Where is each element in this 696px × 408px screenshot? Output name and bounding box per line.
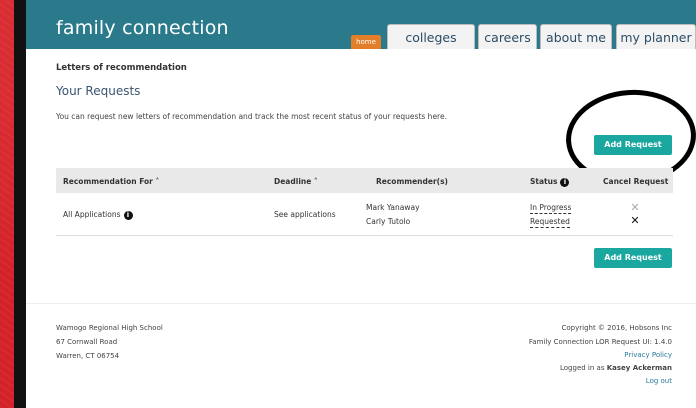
status-2[interactable]: Requested — [530, 217, 570, 228]
school-address-2: Warren, CT 06754 — [56, 352, 120, 360]
info-icon[interactable]: i — [560, 177, 570, 187]
header-cancel-request: Cancel Request — [603, 177, 669, 186]
info-icon[interactable]: i — [123, 210, 133, 220]
deadline-link[interactable]: See applications — [274, 210, 336, 219]
user-name: Kasey Ackerman — [606, 364, 672, 372]
page-description: You can request new letters of recommend… — [56, 112, 447, 121]
school-name: Wamogo Regional High School — [56, 324, 163, 332]
brand-title[interactable]: family connection — [56, 17, 229, 39]
header-status-label: Status — [530, 177, 558, 186]
header-status: Status i — [530, 177, 570, 187]
school-address-1: 67 Cornwall Road — [56, 338, 118, 346]
tab-home[interactable]: home — [351, 35, 381, 49]
recommender-1: Mark Yanaway — [366, 203, 420, 212]
copyright: Copyright © 2016, Hobsons Inc — [561, 324, 673, 332]
recommender-2: Carly Tutolo — [366, 217, 411, 226]
privacy-policy-link[interactable]: Privacy Policy — [432, 351, 672, 359]
recommendation-for-value: All Applications — [63, 210, 121, 219]
status-1[interactable]: In Progress — [530, 203, 572, 214]
cancel-icon[interactable]: ✕ — [628, 214, 642, 227]
logged-in-as: Logged in as Kasey Ackerman — [432, 364, 672, 372]
header-recommendation-for[interactable]: Recommendation For ˄ — [63, 177, 159, 186]
page-title: Your Requests — [56, 84, 141, 98]
breadcrumb: Letters of recommendation — [56, 63, 187, 73]
tab-my-planner[interactable]: my planner — [616, 24, 696, 49]
header-recommenders: Recommender(s) — [376, 177, 448, 186]
tab-careers[interactable]: careers — [478, 24, 537, 49]
row-divider — [56, 235, 673, 236]
logout-link[interactable]: Log out — [432, 377, 672, 385]
add-request-button-bottom[interactable]: Add Request — [594, 248, 672, 268]
table-row-recommendation-for: All Applications i — [63, 210, 133, 220]
version: Family Connection LOR Request UI: 1.4.0 — [528, 338, 672, 346]
tab-about-me[interactable]: about me — [540, 24, 612, 49]
header-deadline[interactable]: Deadline ˄ — [274, 177, 318, 186]
page: family connection home colleges careers … — [26, 0, 696, 408]
logged-in-prefix: Logged in as — [560, 364, 605, 372]
cancel-disabled-icon: ✕ — [630, 201, 640, 214]
tab-colleges[interactable]: colleges — [387, 24, 475, 49]
site-header: family connection home colleges careers … — [26, 0, 696, 49]
footer-divider — [26, 303, 696, 304]
